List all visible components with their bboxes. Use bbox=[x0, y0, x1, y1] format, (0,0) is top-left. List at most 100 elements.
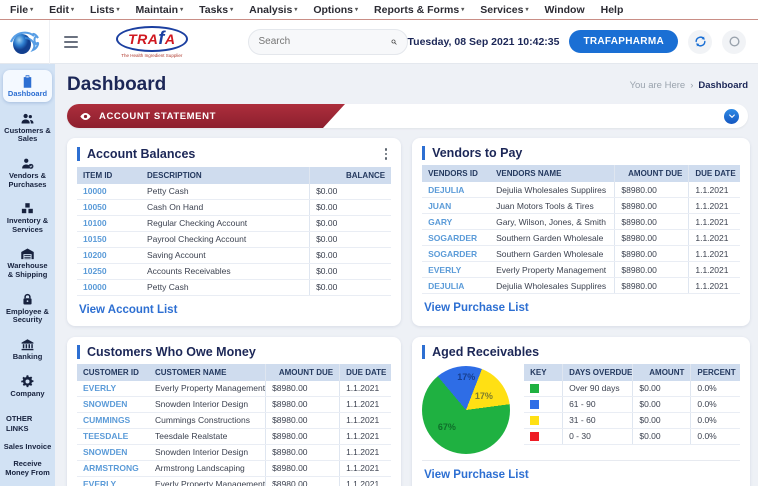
menu-maintain[interactable]: Maintain▾ bbox=[136, 4, 184, 16]
row-id-link[interactable]: 10250 bbox=[77, 264, 141, 279]
table-cell: 1.1.2021 bbox=[339, 413, 391, 428]
sidebar-item-dashboard[interactable]: Dashboard bbox=[3, 70, 52, 102]
table-cell: 1.1.2021 bbox=[339, 445, 391, 460]
table-row: SNOWDENSnowden Interior Design$8980.001.… bbox=[77, 397, 391, 413]
aged-receivables-pie-chart: 17%17%67% bbox=[422, 366, 510, 454]
account-statement-bar: ACCOUNT STATEMENT bbox=[67, 104, 748, 128]
key-color-swatch bbox=[530, 432, 539, 441]
table-cell: $8980.00 bbox=[265, 397, 339, 412]
breadcrumb-current[interactable]: Dashboard bbox=[698, 80, 748, 91]
pie-slice-label: 17% bbox=[475, 391, 493, 401]
view-purchase-list-link[interactable]: View Purchase List bbox=[422, 294, 740, 318]
collapse-toggle[interactable] bbox=[724, 109, 739, 124]
table-cell: 1.1.2021 bbox=[339, 429, 391, 444]
table-cell: 1.1.2021 bbox=[339, 461, 391, 476]
card-customers-owe: Customers Who Owe Money CUSTOMER IDCUSTO… bbox=[67, 337, 401, 486]
menu-file[interactable]: File▾ bbox=[10, 4, 33, 16]
table-cell: 0.0% bbox=[690, 381, 740, 396]
customers-icon bbox=[20, 111, 35, 126]
row-id-link[interactable]: DEJULIA bbox=[422, 278, 490, 293]
menu-window[interactable]: Window bbox=[544, 4, 584, 16]
menu-edit[interactable]: Edit▾ bbox=[49, 4, 74, 16]
caret-down-icon: ▾ bbox=[230, 6, 233, 13]
row-id-link[interactable]: DEJULIA bbox=[422, 182, 490, 197]
column-header: ITEM ID bbox=[77, 167, 141, 184]
search-box[interactable] bbox=[248, 29, 408, 55]
row-id-link[interactable]: 10200 bbox=[77, 248, 141, 263]
table-row: SOGARDERSouthern Garden Wholesale$8980.0… bbox=[422, 246, 740, 262]
sidebar-item-vendors-purchases[interactable]: Vendors & Purchases bbox=[3, 152, 52, 192]
menu-analysis[interactable]: Analysis▾ bbox=[249, 4, 297, 16]
table-row: 31 - 60$0.000.0% bbox=[524, 413, 740, 429]
menu-options[interactable]: Options▾ bbox=[313, 4, 358, 16]
table-cell: Snowden Interior Design bbox=[149, 445, 265, 460]
view-purchase-list-link[interactable]: View Purchase List bbox=[422, 461, 740, 485]
menu-lists[interactable]: Lists▾ bbox=[90, 4, 120, 16]
refresh-icon bbox=[694, 35, 707, 48]
table-cell: $8980.00 bbox=[614, 262, 688, 277]
row-id-link[interactable]: 10100 bbox=[77, 216, 141, 231]
sidebar-item-warehouse-shipping[interactable]: Warehouse & Shipping bbox=[3, 242, 52, 282]
sidebar-item-customers-sales[interactable]: Customers & Sales bbox=[3, 107, 52, 147]
row-id-link[interactable]: 10000 bbox=[77, 280, 141, 295]
sidebar-link-sales-invoice[interactable]: Sales Invoice bbox=[0, 438, 55, 455]
row-id-link[interactable]: EVERLY bbox=[77, 381, 149, 396]
search-input[interactable] bbox=[259, 36, 391, 47]
menu-tasks[interactable]: Tasks▾ bbox=[199, 4, 233, 16]
row-id-link[interactable]: 10050 bbox=[77, 200, 141, 215]
table-row: TEESDALETeesdale Realstate$8980.001.1.20… bbox=[77, 429, 391, 445]
menu-services[interactable]: Services▾ bbox=[480, 4, 528, 16]
row-id-link[interactable]: EVERLY bbox=[422, 262, 490, 277]
view-account-list-link[interactable]: View Account List bbox=[77, 296, 391, 320]
row-id-link[interactable]: CUMMINGS bbox=[77, 413, 149, 428]
table-cell: $8980.00 bbox=[265, 461, 339, 476]
table-cell: Armstrong Landscaping bbox=[149, 461, 265, 476]
refresh-button[interactable] bbox=[688, 30, 712, 54]
pie-slice-label: 67% bbox=[438, 422, 456, 432]
table-header: ITEM IDDESCRIPTIONBALANCE bbox=[77, 167, 391, 184]
globe-swoosh-icon bbox=[7, 26, 41, 58]
row-id-link[interactable]: TEESDALE bbox=[77, 429, 149, 444]
kebab-menu[interactable] bbox=[381, 146, 392, 162]
table-cell: $0.00 bbox=[309, 216, 391, 231]
table-cell: 1.1.2021 bbox=[688, 246, 740, 261]
column-header: CUSTOMER NAME bbox=[149, 364, 265, 381]
table-header: KEYDAYS OVERDUEAMOUNTPERCENT bbox=[524, 364, 740, 381]
sidebar-link-receive-money[interactable]: Receive Money From bbox=[0, 455, 55, 482]
caret-down-icon: ▾ bbox=[294, 6, 297, 13]
row-id-link[interactable]: SNOWDEN bbox=[77, 445, 149, 460]
table-cell: Southern Garden Wholesale bbox=[490, 230, 614, 245]
table-cell: 0.0% bbox=[690, 397, 740, 412]
row-id-link[interactable]: 10150 bbox=[77, 232, 141, 247]
column-header: BALANCE bbox=[309, 167, 391, 184]
other-links-heading: OTHER LINKS bbox=[0, 406, 55, 438]
row-id-link[interactable]: GARY bbox=[422, 214, 490, 229]
table-row: 10000Petty Cash$0.00 bbox=[77, 280, 391, 296]
power-button[interactable] bbox=[722, 30, 746, 54]
sidebar-item-company[interactable]: Company bbox=[3, 370, 52, 402]
row-id-link[interactable]: SNOWDEN bbox=[77, 397, 149, 412]
sidebar: Dashboard Customers & Sales Vendors & Pu… bbox=[0, 64, 55, 486]
row-id-link[interactable]: 10000 bbox=[77, 184, 141, 199]
menu-help[interactable]: Help bbox=[601, 4, 624, 16]
row-id-link[interactable]: ARMSTRONG bbox=[77, 461, 149, 476]
sidebar-item-banking[interactable]: Banking bbox=[3, 333, 52, 365]
table-cell: 1.1.2021 bbox=[688, 230, 740, 245]
table-row: DEJULIADejulia Wholesales Supplires$8980… bbox=[422, 278, 740, 294]
row-id-link[interactable]: SOGARDER bbox=[422, 246, 490, 261]
dashboard-icon bbox=[20, 74, 35, 89]
row-id-link[interactable]: SOGARDER bbox=[422, 230, 490, 245]
sidebar-item-inventory-services[interactable]: Inventory & Services bbox=[3, 197, 52, 237]
account-statement-label: ACCOUNT STATEMENT bbox=[99, 111, 216, 122]
row-id-link[interactable]: EVERLY bbox=[77, 477, 149, 486]
table-cell: $0.00 bbox=[632, 429, 690, 444]
sidebar-item-employee-security[interactable]: Employee & Security bbox=[3, 288, 52, 328]
column-header: DUE DATE bbox=[339, 364, 391, 381]
company-button[interactable]: TRAFAPHARMA bbox=[569, 30, 678, 53]
menu-reports-forms[interactable]: Reports & Forms▾ bbox=[374, 4, 464, 16]
row-id-link[interactable]: JUAN bbox=[422, 198, 490, 213]
lock-icon bbox=[20, 292, 35, 307]
menu-toggle[interactable] bbox=[64, 36, 78, 48]
table-cell bbox=[524, 397, 562, 412]
table-cell: 1.1.2021 bbox=[688, 262, 740, 277]
